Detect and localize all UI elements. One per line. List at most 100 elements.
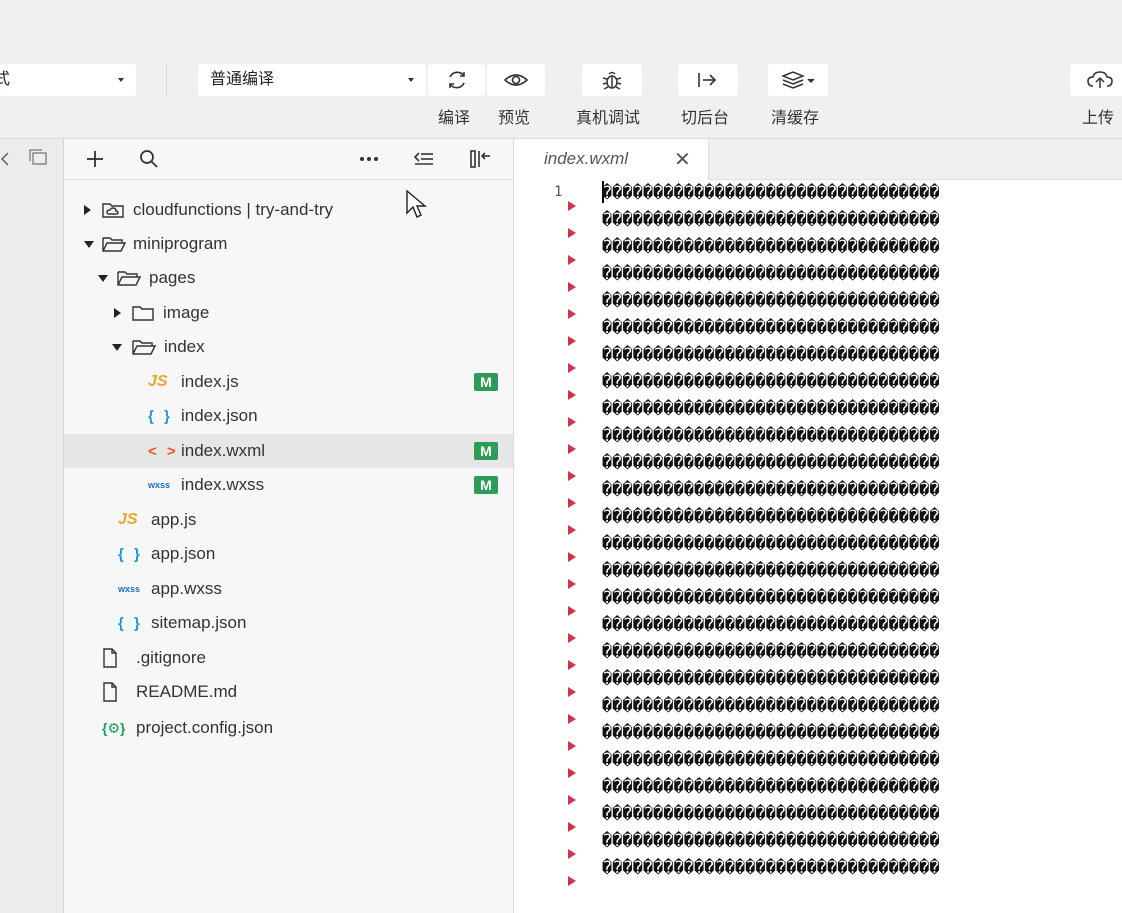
folder-icon bbox=[132, 303, 154, 323]
top-toolbar: 式 普通编译 编译 预览 真机调试 切后台 清缓存 上传 bbox=[0, 0, 1122, 139]
gutter-marker-icon bbox=[568, 417, 576, 427]
compile-button[interactable] bbox=[428, 64, 485, 96]
gutter-marker-icon bbox=[568, 228, 576, 238]
window-icon[interactable] bbox=[28, 149, 48, 167]
compile-mode-dropdown[interactable]: 普通编译 bbox=[198, 64, 426, 96]
upload-button[interactable] bbox=[1070, 64, 1122, 96]
chevron-down-icon[interactable] bbox=[112, 344, 122, 351]
gutter-marker-icon bbox=[568, 660, 576, 670]
code-line: ��������������������������������� bbox=[602, 237, 940, 257]
code-line: ��������������������������������� bbox=[602, 372, 940, 392]
tree-item-label: app.json bbox=[151, 544, 216, 563]
preview-label: 预览 bbox=[498, 110, 531, 127]
upload-label: 上传 bbox=[1082, 110, 1115, 127]
code-line: ��������������������������������� bbox=[602, 183, 940, 203]
tree-item-app-js[interactable]: JS app.js bbox=[64, 503, 513, 537]
search-icon[interactable] bbox=[137, 147, 161, 171]
tree-item-gitignore[interactable]: .gitignore bbox=[64, 641, 513, 675]
tree-item-index-js[interactable]: JS index.js M bbox=[64, 365, 513, 399]
tree-item-app-wxss[interactable]: wxss app.wxss bbox=[64, 572, 513, 606]
collapse-all-icon[interactable] bbox=[412, 147, 436, 171]
code-line: ��������������������������������� bbox=[602, 804, 940, 824]
git-modified-badge: M bbox=[474, 442, 498, 460]
tree-item-label: pages bbox=[149, 268, 196, 287]
more-icon[interactable] bbox=[357, 147, 381, 171]
layers-icon bbox=[780, 71, 815, 89]
compile-mode-value: 普通编译 bbox=[210, 71, 275, 88]
gutter-marker-icon bbox=[568, 336, 576, 346]
background-button[interactable] bbox=[678, 64, 738, 96]
config-file-icon: {⚙} bbox=[102, 719, 126, 736]
chevron-down-icon[interactable] bbox=[98, 275, 108, 282]
tree-item-label: app.js bbox=[151, 510, 197, 529]
line-number: 1 bbox=[554, 184, 563, 200]
gutter-marker-icon bbox=[568, 390, 576, 400]
json-file-icon: { } bbox=[148, 407, 173, 425]
code-line: ��������������������������������� bbox=[602, 264, 940, 284]
chevron-down-icon[interactable] bbox=[84, 241, 94, 248]
tree-item-cloudfunctions-try-and-try[interactable]: cloudfunctions | try-and-try bbox=[64, 193, 513, 227]
tree-item-index[interactable]: index bbox=[64, 330, 513, 364]
json-file-icon: { } bbox=[118, 614, 143, 632]
js-file-icon: JS bbox=[148, 373, 168, 390]
clear-cache-button[interactable] bbox=[768, 64, 828, 96]
tree-item-sitemap-json[interactable]: { } sitemap.json bbox=[64, 606, 513, 640]
gutter-marker-icon bbox=[568, 687, 576, 697]
chevron-right-icon[interactable] bbox=[114, 308, 121, 318]
chevron-down-icon bbox=[408, 78, 414, 82]
add-icon[interactable] bbox=[83, 147, 107, 171]
code-line: ��������������������������������� bbox=[602, 642, 940, 662]
tree-item-miniprogram[interactable]: miniprogram bbox=[64, 227, 513, 261]
bug-icon bbox=[602, 71, 622, 90]
mode-dropdown-value: 式 bbox=[0, 71, 11, 88]
tree-item-project-config-json[interactable]: {⚙} project.config.json bbox=[64, 711, 513, 745]
folder-open-icon bbox=[102, 234, 126, 254]
tab-index-wxml[interactable]: index.wxml ✕ bbox=[514, 139, 709, 180]
tree-item-index-wxss[interactable]: wxss index.wxss M bbox=[64, 468, 513, 502]
code-line: ��������������������������������� bbox=[602, 777, 940, 797]
gutter-marker-icon bbox=[568, 201, 576, 211]
code-line: ��������������������������������� bbox=[602, 561, 940, 581]
code-line: ��������������������������������� bbox=[602, 750, 940, 770]
gutter-marker-icon bbox=[568, 633, 576, 643]
code-line: ��������������������������������� bbox=[602, 723, 940, 743]
file-icon bbox=[102, 682, 118, 702]
chevron-right-icon[interactable] bbox=[84, 205, 91, 215]
explorer-toolbar bbox=[64, 139, 513, 180]
tab-label: index.wxml bbox=[544, 149, 629, 168]
code-line: ��������������������������������� bbox=[602, 696, 940, 716]
preview-button[interactable] bbox=[487, 64, 545, 96]
gutter-marker-icon bbox=[568, 849, 576, 859]
sidebar-toggle-icon[interactable] bbox=[468, 147, 492, 171]
code-line: ��������������������������������� bbox=[602, 858, 940, 878]
tree-item-index-json[interactable]: { } index.json bbox=[64, 399, 513, 433]
gutter-marker-icon bbox=[568, 498, 576, 508]
gutter-marker-icon bbox=[568, 768, 576, 778]
code-line: ��������������������������������� bbox=[602, 615, 940, 635]
remote-debug-button[interactable] bbox=[582, 64, 642, 96]
gutter-marker-icon bbox=[568, 471, 576, 481]
tree-item-label: image bbox=[163, 303, 210, 322]
tree-item-image[interactable]: image bbox=[64, 296, 513, 330]
wxml-file-icon: < > bbox=[148, 442, 179, 460]
tree-item-readme-md[interactable]: README.md bbox=[64, 675, 513, 709]
tree-item-pages[interactable]: pages bbox=[64, 261, 513, 295]
tree-item-index-wxml[interactable]: < > index.wxml M bbox=[64, 434, 513, 468]
tree-item-label: index.wxss bbox=[181, 475, 265, 494]
gutter-marker-icon bbox=[568, 552, 576, 562]
folder-open-icon bbox=[132, 337, 156, 357]
code-line: ��������������������������������� bbox=[602, 399, 940, 419]
back-triangle-icon[interactable] bbox=[0, 151, 10, 167]
chevron-down-icon bbox=[118, 78, 124, 82]
tree-item-label: index.json bbox=[181, 406, 258, 425]
mode-dropdown[interactable]: 式 bbox=[0, 64, 136, 96]
code-line: ��������������������������������� bbox=[602, 318, 940, 338]
code-line: ��������������������������������� bbox=[602, 453, 940, 473]
wxss-file-icon: wxss bbox=[118, 584, 141, 594]
git-modified-badge: M bbox=[474, 373, 498, 391]
left-strip bbox=[0, 139, 64, 913]
close-icon[interactable]: ✕ bbox=[674, 147, 691, 172]
file-icon bbox=[102, 648, 118, 668]
tree-item-app-json[interactable]: { } app.json bbox=[64, 537, 513, 571]
gutter-marker-icon bbox=[568, 282, 576, 292]
